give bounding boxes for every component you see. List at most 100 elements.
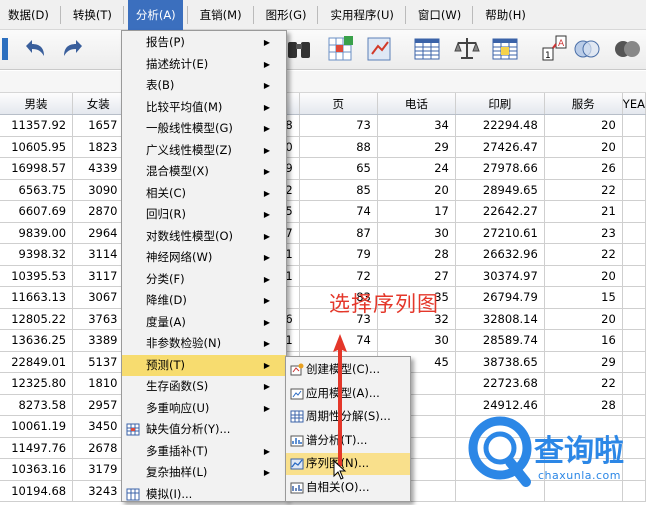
table-cell[interactable] — [622, 373, 645, 395]
menubar-item[interactable]: 窗口(W) — [410, 0, 468, 30]
scale-icon[interactable] — [452, 34, 482, 64]
table-cell[interactable]: 28 — [544, 394, 622, 416]
column-header[interactable]: 女装 — [73, 93, 124, 115]
show-all-icon[interactable] — [612, 34, 642, 64]
table-cell[interactable] — [622, 136, 645, 158]
analyze-menu-item[interactable]: 缺失值分析(Y)... — [122, 419, 286, 441]
table-cell[interactable]: 1810 — [73, 373, 124, 395]
table-cell[interactable] — [622, 308, 645, 330]
table-cell[interactable] — [622, 201, 645, 223]
table-cell[interactable]: 22642.27 — [455, 201, 544, 223]
table-cell[interactable]: 10061.19 — [0, 416, 73, 438]
table-cell[interactable] — [622, 351, 645, 373]
table-cell[interactable]: 2964 — [73, 222, 124, 244]
table-cell[interactable]: 22 — [544, 179, 622, 201]
table-cell[interactable]: 29 — [377, 136, 455, 158]
table-cell[interactable]: 3067 — [73, 287, 124, 309]
table-cell[interactable] — [622, 179, 645, 201]
forecast-menu-item[interactable]: 自相关(O)... — [286, 477, 410, 499]
table-cell[interactable]: 22723.68 — [455, 373, 544, 395]
analyze-menu-item[interactable]: 复杂抽样(L)▶ — [122, 462, 286, 484]
table-cell[interactable]: 27210.61 — [455, 222, 544, 244]
table-cell[interactable]: 30374.97 — [455, 265, 544, 287]
table-cell[interactable]: 22 — [544, 244, 622, 266]
table-cell[interactable] — [622, 287, 645, 309]
table-cell[interactable] — [622, 244, 645, 266]
table-cell[interactable]: 26 — [544, 158, 622, 180]
menubar-item[interactable]: 分析(A) — [128, 0, 183, 30]
table-cell[interactable]: 79 — [299, 244, 377, 266]
table-cell[interactable]: 20 — [544, 265, 622, 287]
analyze-menu-item[interactable]: 比较平均值(M)▶ — [122, 97, 286, 119]
table-cell[interactable]: 8273.58 — [0, 394, 73, 416]
table-cell[interactable] — [622, 480, 645, 502]
undo-icon[interactable] — [18, 34, 48, 64]
table-cell[interactable]: 27978.66 — [455, 158, 544, 180]
table-cell[interactable]: 22294.48 — [455, 115, 544, 137]
table-cell[interactable]: 12325.80 — [0, 373, 73, 395]
table-cell[interactable]: 28 — [377, 244, 455, 266]
analyze-menu-item[interactable]: 描述统计(E)▶ — [122, 54, 286, 76]
analyze-menu-item[interactable]: 降维(D)▶ — [122, 290, 286, 312]
table-cell[interactable]: 85 — [299, 179, 377, 201]
table-cell[interactable]: 28589.74 — [455, 330, 544, 352]
analyze-menu-item[interactable]: 神经网络(W)▶ — [122, 247, 286, 269]
table-cell[interactable] — [622, 330, 645, 352]
select-cases-icon[interactable] — [490, 34, 520, 64]
table-cell[interactable]: 6563.75 — [0, 179, 73, 201]
analyze-menu-item[interactable]: 非参数检验(N)▶ — [122, 333, 286, 355]
column-header[interactable]: 服务 — [544, 93, 622, 115]
table-cell[interactable]: 11357.92 — [0, 115, 73, 137]
analyze-menu-item[interactable]: 相关(C)▶ — [122, 183, 286, 205]
analyze-menu-item[interactable]: 广义线性模型(Z)▶ — [122, 140, 286, 162]
table-cell[interactable]: 2678 — [73, 437, 124, 459]
table-cell[interactable] — [622, 416, 645, 438]
table-cell[interactable]: 17 — [377, 201, 455, 223]
analyze-menu-item[interactable]: 预测(T)▶ — [122, 355, 286, 377]
menubar-item[interactable]: 转换(T) — [65, 0, 119, 30]
table-cell[interactable]: 9398.32 — [0, 244, 73, 266]
binoculars-icon[interactable] — [284, 34, 314, 64]
table-cell[interactable]: 11663.13 — [0, 287, 73, 309]
table-cell[interactable]: 65 — [299, 158, 377, 180]
table-cell[interactable]: 3114 — [73, 244, 124, 266]
table-cell[interactable] — [622, 158, 645, 180]
analyze-menu-item[interactable]: 分类(F)▶ — [122, 269, 286, 291]
table-cell[interactable]: 3763 — [73, 308, 124, 330]
table-cell[interactable]: 16998.57 — [0, 158, 73, 180]
table-cell[interactable]: 2870 — [73, 201, 124, 223]
menubar-item[interactable]: 图形(G) — [258, 0, 314, 30]
column-header[interactable]: 电话 — [377, 93, 455, 115]
analyze-menu-item[interactable]: 生存函数(S)▶ — [122, 376, 286, 398]
table-cell[interactable]: 72 — [299, 265, 377, 287]
table-cell[interactable]: 6607.69 — [0, 201, 73, 223]
insert-cases-icon[interactable] — [326, 34, 356, 64]
table-cell[interactable] — [622, 437, 645, 459]
table-cell[interactable] — [622, 115, 645, 137]
table-cell[interactable]: 26794.79 — [455, 287, 544, 309]
table-cell[interactable] — [622, 394, 645, 416]
table-cell[interactable]: 28949.65 — [455, 179, 544, 201]
analyze-menu-item[interactable]: 报告(P)▶ — [122, 32, 286, 54]
table-cell[interactable]: 22849.01 — [0, 351, 73, 373]
table-cell[interactable]: 4339 — [73, 158, 124, 180]
analyze-menu-item[interactable]: 表(B)▶ — [122, 75, 286, 97]
table-cell[interactable]: 3389 — [73, 330, 124, 352]
menubar-item[interactable]: 数据(D) — [0, 0, 56, 30]
weight-cases-icon[interactable] — [412, 34, 442, 64]
table-cell[interactable]: 3090 — [73, 179, 124, 201]
split-file-icon[interactable] — [364, 34, 394, 64]
analyze-menu-item[interactable]: 混合模型(X)▶ — [122, 161, 286, 183]
column-header[interactable]: YEA — [622, 93, 645, 115]
table-cell[interactable]: 27 — [377, 265, 455, 287]
table-cell[interactable]: 3179 — [73, 459, 124, 481]
analyze-menu-item[interactable]: 多重插补(T)▶ — [122, 441, 286, 463]
table-cell[interactable]: 20 — [544, 308, 622, 330]
table-cell[interactable]: 88 — [299, 136, 377, 158]
table-cell[interactable]: 3243 — [73, 480, 124, 502]
value-labels-icon[interactable]: 1A — [540, 34, 570, 64]
table-cell[interactable]: 20 — [544, 136, 622, 158]
menubar-item[interactable]: 实用程序(U) — [322, 0, 400, 30]
table-cell[interactable]: 30 — [377, 330, 455, 352]
table-cell[interactable]: 73 — [299, 115, 377, 137]
